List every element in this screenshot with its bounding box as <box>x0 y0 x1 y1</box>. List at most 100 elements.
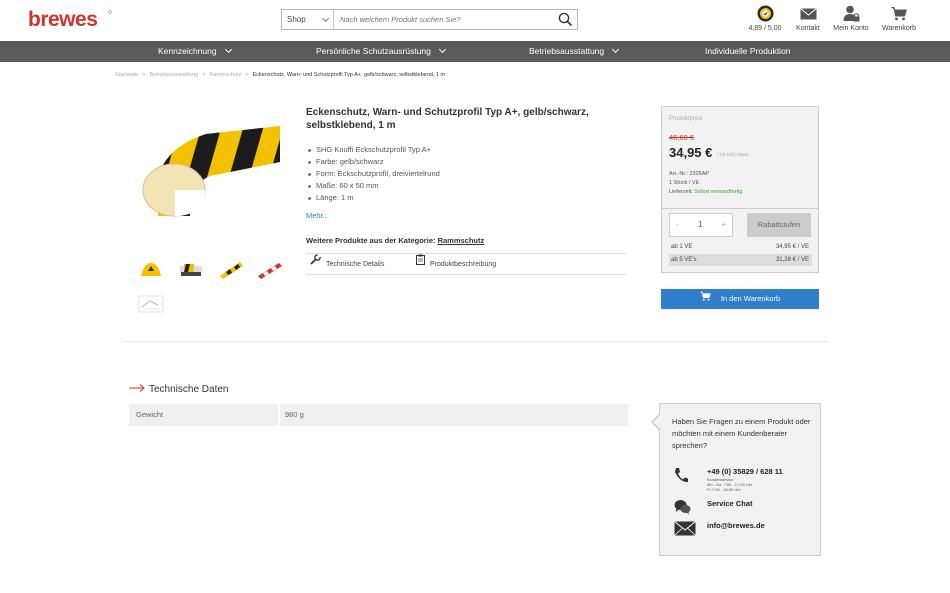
cart-icon <box>873 5 925 22</box>
more-link[interactable]: Mehr... <box>306 211 329 220</box>
breadcrumb-link[interactable]: Startseite <box>115 72 138 78</box>
search-category-value: Shop <box>287 15 306 24</box>
add-to-cart-button[interactable]: In den Warenkorb <box>661 289 819 309</box>
category-label: Weitere Produkte aus der Kategorie: <box>306 236 436 245</box>
wrench-icon <box>310 254 321 274</box>
product-main-image[interactable] <box>138 104 284 244</box>
article-info: Art.-Nr.: 2326AP 1 Stück / VE Lieferzeit… <box>669 170 742 197</box>
search-bar: Shop <box>281 9 578 30</box>
tier-from: ab 1 VE <box>671 244 693 250</box>
product-thumbnail[interactable] <box>178 258 204 280</box>
help-chat: Service Chat <box>707 499 753 508</box>
delivery-status: Sofort versandfertig <box>694 189 743 195</box>
section-divider <box>123 341 828 342</box>
phone-icon <box>674 467 696 485</box>
product-tabs: Technische Details Produktbeschreibung <box>306 253 626 275</box>
chevron-down-icon <box>612 45 620 54</box>
quantity-stepper: - 1 + <box>669 213 733 237</box>
arrow-right-icon <box>129 384 145 395</box>
main-nav: Kennzeichnung Persönliche Schutzausrüstu… <box>0 41 950 62</box>
brewes-logo[interactable]: brewes <box>28 9 112 29</box>
tab-label: Technische Details <box>326 260 385 268</box>
list-item: Länge: 1 m <box>306 192 440 204</box>
delivery-info: Lieferzeit: Sofort versandfertig <box>669 188 742 197</box>
svg-text:brewes: brewes <box>28 9 97 29</box>
clipboard-icon <box>416 254 425 274</box>
list-item: Form: Eckschutzprofil, dreiviertelrund <box>306 168 440 180</box>
product-feature-list: SHG Knuffi Eckschutzprofil Typ A+ Farbe:… <box>306 144 440 204</box>
help-box: Haben Sie Fragen zu einem Produkt oder m… <box>651 403 821 556</box>
quantity-decrease-button[interactable]: - <box>676 220 679 229</box>
category-line: Weitere Produkte aus der Kategorie: Ramm… <box>306 236 484 245</box>
nav-item-kennzeichnung[interactable]: Kennzeichnung <box>158 41 232 62</box>
product-thumbnail[interactable] <box>138 293 164 315</box>
article-number: Art.-Nr.: 2326AP <box>669 171 710 177</box>
price-box: Produktpreis 46,60 € 34,95 € / VE exkl. … <box>661 106 819 273</box>
nav-item-schutzausruestung[interactable]: Persönliche Schutzausrüstung <box>316 41 446 62</box>
nav-item-betriebsausstattung[interactable]: Betriebsausstattung <box>529 41 620 62</box>
old-price: 46,60 € <box>669 133 695 142</box>
nav-item-label: Betriebsausstattung <box>529 46 605 56</box>
column-separator <box>278 404 280 426</box>
chevron-down-icon <box>224 45 232 54</box>
list-item: Farbe: gelb/schwarz <box>306 156 440 168</box>
chevron-down-icon <box>321 14 330 23</box>
user-lock-icon <box>825 5 877 22</box>
rabattstufen-button[interactable]: Rabattstufen <box>747 213 811 237</box>
price-tier-row: ab 1 VE 34,95 € / VE <box>669 241 812 253</box>
product-thumbnail[interactable] <box>257 258 283 280</box>
tier-from: ab 5 VE's <box>671 257 697 263</box>
help-phone-hours: Kundenservice Mo - Do: 7:00 - 17:00 Uhr … <box>707 477 752 492</box>
help-phone-hours-friday: Fr 7:00 - 16:00 Uhr <box>707 487 741 492</box>
category-link[interactable]: Rammschutz <box>438 236 485 245</box>
tab-produktbeschreibung[interactable]: Produktbeschreibung <box>416 254 496 274</box>
breadcrumb-current: Eckenschutz, Warn- und Schutzprofil Typ … <box>252 72 446 78</box>
list-item: SHG Knuffi Eckschutzprofil Typ A+ <box>306 144 440 156</box>
breadcrumb-link[interactable]: Rammschutz <box>209 72 241 78</box>
tab-technische-details[interactable]: Technische Details <box>310 254 384 274</box>
help-email: info@brewes.de <box>707 521 765 530</box>
callout-notch-inner <box>653 415 660 429</box>
price-label: Produktpreis <box>669 116 703 122</box>
add-to-cart-label: In den Warenkorb <box>720 294 781 303</box>
tier-price: 31,28 € / VE <box>775 257 809 263</box>
cart-label: Warenkorb <box>882 25 916 32</box>
tech-key: Gewicht <box>136 410 164 419</box>
product-thumbnail[interactable] <box>218 258 244 280</box>
search-input[interactable] <box>335 10 547 29</box>
breadcrumb-link[interactable]: Betriebsausstattung <box>149 72 198 78</box>
tier-price: 34,95 € / VE <box>775 244 809 250</box>
cart-link[interactable]: Warenkorb <box>873 5 925 32</box>
breadcrumb: Startseite > Betriebsausstattung > Rammschut… <box>115 72 446 78</box>
search-button[interactable] <box>558 12 573 27</box>
product-title: Eckenschutz, Warn- und Schutzprofil Typ … <box>306 107 589 131</box>
cart-icon <box>700 289 711 309</box>
chat-icon <box>674 499 696 517</box>
tech-value: 980 g <box>285 410 304 419</box>
nav-item-label: Persönliche Schutzausrüstung <box>316 46 431 56</box>
search-category-select[interactable]: Shop <box>282 10 334 29</box>
help-phone: +49 (0) 35829 / 628 11 <box>707 467 783 476</box>
price-tier-row: ab 5 VE's 31,28 € / VE <box>669 254 812 266</box>
table-row: Gewicht 980 g <box>129 404 628 426</box>
nav-item-individuelle-produktion[interactable]: Individuelle Produktion <box>705 41 791 62</box>
help-question: Haben Sie Fragen zu einem Produkt oder m… <box>672 417 811 450</box>
header: brewes Shop 4,89 / 5,00 <box>0 0 950 41</box>
tech-data-title: Technische Daten <box>149 384 229 396</box>
delivery-label: Lieferzeit: <box>669 189 693 195</box>
quantity-input[interactable]: 1 <box>698 220 702 229</box>
current-price: 34,95 € <box>669 145 713 160</box>
tech-data-heading: Technische Daten <box>129 384 229 395</box>
account-link[interactable]: Mein Konto <box>825 5 877 32</box>
envelope-icon <box>674 521 696 538</box>
divider <box>662 208 818 209</box>
quantity-increase-button[interactable]: + <box>721 220 726 229</box>
unit-info: 1 Stück / VE <box>669 180 700 186</box>
product-thumbnail[interactable] <box>138 258 164 280</box>
list-item: Maße: 60 x 50 mm <box>306 180 440 192</box>
tab-label: Produktbeschreibung <box>430 260 497 268</box>
chevron-down-icon <box>438 45 446 54</box>
nav-item-label: Kennzeichnung <box>158 46 217 56</box>
search-icon <box>558 12 573 27</box>
account-label: Mein Konto <box>833 25 869 32</box>
